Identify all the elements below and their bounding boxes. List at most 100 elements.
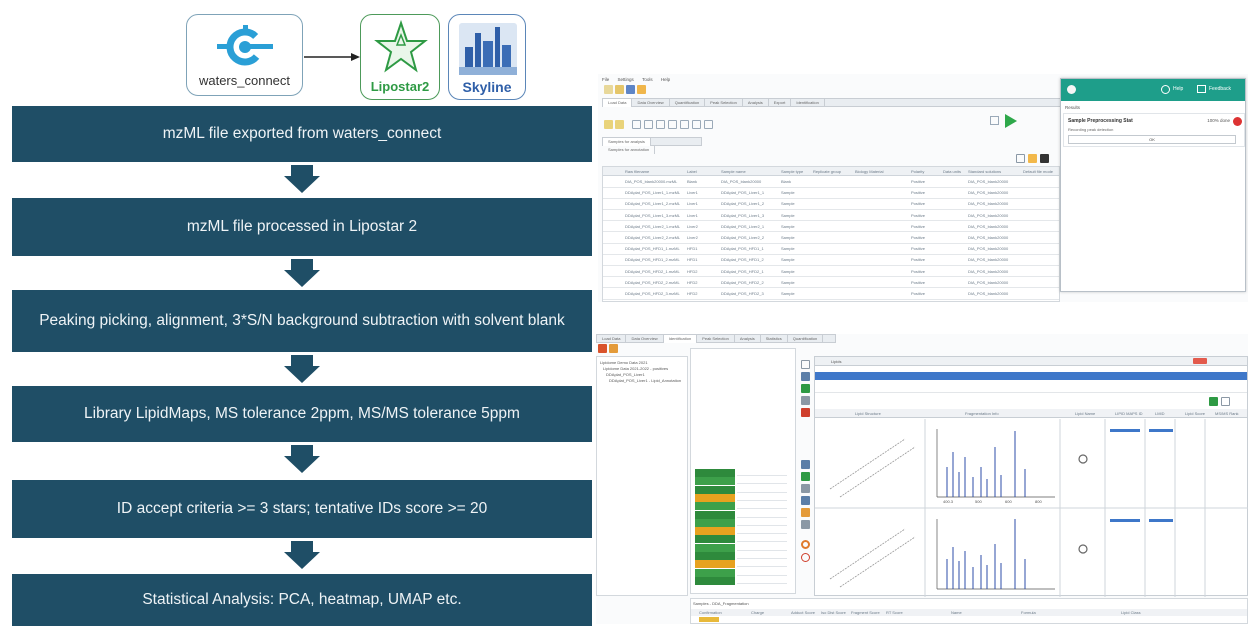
lipid-list-item[interactable]	[695, 469, 735, 477]
tab-identification[interactable]: Identification	[791, 99, 825, 107]
lipid-list-item-row[interactable]	[737, 477, 787, 485]
lightbulb-icon[interactable]	[1067, 85, 1076, 94]
plot-icon-8[interactable]	[801, 484, 810, 493]
plot-icon-9[interactable]	[801, 496, 810, 505]
lipid-list-item-row[interactable]	[737, 552, 787, 559]
chart-icon[interactable]	[1016, 154, 1025, 163]
lipid-list-item[interactable]	[695, 527, 735, 536]
lipid-list-item[interactable]	[695, 560, 735, 569]
tool-b-icon[interactable]	[644, 120, 653, 129]
lipid-list-item[interactable]	[695, 493, 735, 502]
lipid-list-item-row[interactable]	[737, 494, 787, 501]
save-icon[interactable]	[626, 85, 635, 94]
tool-g-icon[interactable]	[704, 120, 713, 129]
lipid-list-item-row[interactable]	[737, 486, 787, 493]
close-red-button[interactable]	[1193, 358, 1207, 364]
person-icon[interactable]	[609, 344, 618, 353]
btab-overview[interactable]: Data Overview	[626, 335, 664, 343]
dcol-frag[interactable]: Fragmentation Info	[965, 411, 999, 416]
plot-icon-1[interactable]	[801, 360, 810, 369]
lipid-list-item-row[interactable]	[737, 527, 787, 535]
feedback-label[interactable]: Feedback	[1209, 86, 1231, 92]
menu-tools[interactable]: Tools	[642, 77, 653, 82]
dcol-structure[interactable]: Lipid Structure	[855, 411, 881, 416]
stop-run-icon[interactable]	[598, 344, 607, 353]
lipid-list-item[interactable]	[695, 518, 735, 527]
fcol-adduct[interactable]: Adduct Score	[791, 610, 815, 615]
fcol-confirmation[interactable]: Confirmation	[699, 610, 722, 615]
lipid-list-item-row[interactable]	[737, 511, 787, 518]
lipid-list-item[interactable]	[695, 477, 735, 486]
dcol-rank[interactable]: MS/MS Rank	[1215, 411, 1239, 416]
tab-samples-annotation[interactable]: Samples for annotation	[603, 146, 656, 154]
fcol-rt[interactable]: RT Score	[886, 610, 903, 615]
filter-icon[interactable]	[1221, 397, 1230, 406]
table-row[interactable]: DIA_POS_blank20000.mzML Blank DIA_POS_blan…	[603, 177, 1059, 188]
plot-icon-5[interactable]	[801, 408, 810, 417]
tab-export[interactable]: Export	[769, 99, 792, 107]
import2-icon[interactable]	[615, 120, 624, 129]
ok-button[interactable]: OK	[1068, 135, 1236, 144]
tab-samples-analysis[interactable]: Samples for analysis	[603, 138, 651, 146]
tab-data-overview[interactable]: Data Overview	[632, 99, 670, 107]
plot-icon-11[interactable]	[801, 520, 810, 529]
plot-icon-6[interactable]	[801, 460, 810, 469]
lipid-list-item[interactable]	[695, 568, 735, 577]
lipid-list-item[interactable]	[695, 485, 735, 494]
new-file-icon[interactable]	[604, 85, 613, 94]
tab-peak-selection[interactable]: Peak Selection	[705, 99, 743, 107]
lipid-list-item-row[interactable]	[737, 502, 787, 510]
table-row[interactable]: DDAplat_POS_Liver1_2.mzML Liver1 DDAplat_P…	[603, 199, 1059, 211]
dcol-lipid-name[interactable]: Lipid Name	[1075, 411, 1095, 416]
lipid-list-item-row[interactable]	[737, 519, 787, 526]
plot-icon-10[interactable]	[801, 508, 810, 517]
molecule-icon[interactable]	[801, 553, 810, 562]
btab-load[interactable]: Load Data	[597, 335, 627, 343]
lipid-list-item-row[interactable]	[737, 535, 787, 543]
fcol-fragment[interactable]: Fragment Score	[851, 610, 880, 615]
table-row[interactable]: DDAplat_POS_Liver2_2.mzML Liver2 DDAplat_P…	[603, 233, 1059, 244]
grid-icon[interactable]	[1040, 154, 1049, 163]
open-folder-icon[interactable]	[615, 85, 624, 94]
plot-icon-3[interactable]	[801, 384, 810, 393]
lipid-list-item[interactable]	[695, 510, 735, 519]
lipid-list-item-row[interactable]	[737, 560, 787, 568]
col-default-mode[interactable]: Default file mode	[1023, 169, 1053, 174]
col-label[interactable]: Label	[687, 169, 697, 174]
warning-icon[interactable]	[1028, 154, 1037, 163]
wand-icon[interactable]	[990, 116, 999, 125]
tool-d-icon[interactable]	[668, 120, 677, 129]
fcol-name[interactable]: Name	[951, 610, 962, 615]
plot-icon-4[interactable]	[801, 396, 810, 405]
col-raw-filename[interactable]: Raw filename	[625, 169, 649, 174]
table-row[interactable]: DDAplat_POS_HFD2_3.mzML HFD2 DDAplat_POS_H…	[603, 289, 1059, 300]
fcol-charge[interactable]: Charge	[751, 610, 764, 615]
help-icon[interactable]	[1161, 85, 1170, 94]
tool-c-icon[interactable]	[656, 120, 665, 129]
tree-node-annotation[interactable]: DDAplat_POS_Liver1 - Lipid_Annotation	[609, 378, 681, 383]
lipid-list-item-row[interactable]	[737, 569, 787, 576]
btab-analysis[interactable]: Analysis	[735, 335, 761, 343]
col-polarity[interactable]: Polarity	[911, 169, 924, 174]
table-row[interactable]: DDAplat_POS_HFD1_2.mzML HFD1 DDAplat_POS_H…	[603, 255, 1059, 267]
tool-a-icon[interactable]	[632, 120, 641, 129]
btab-statistics[interactable]: Statistics	[761, 335, 788, 343]
plot-icon-7[interactable]	[801, 472, 810, 481]
lipid-list-item[interactable]	[695, 552, 735, 560]
tree-node-root[interactable]: Lipidome Demo Data 2021	[600, 360, 648, 365]
tab-analysis[interactable]: Analysis	[743, 99, 769, 107]
feedback-icon[interactable]	[1197, 85, 1206, 93]
settings-icon[interactable]	[637, 85, 646, 94]
tool-f-icon[interactable]	[692, 120, 701, 129]
tree-node-dataset[interactable]: Lipidome Data 2021-2022 - positives	[603, 366, 668, 371]
btab-peak[interactable]: Peak Selection	[697, 335, 735, 343]
table-row[interactable]: DDAplat_POS_Liver1_1.mzML Liver1 DDAplat_P…	[603, 188, 1059, 199]
tool-e-icon[interactable]	[680, 120, 689, 129]
lipid-list-item-row[interactable]	[737, 544, 787, 551]
col-replicate[interactable]: Replicate group	[813, 169, 841, 174]
table-row[interactable]: DDAplat_POS_Liver2_1.mzML Liver2 DDAplat_P…	[603, 222, 1059, 233]
lipid-list-item[interactable]	[695, 535, 735, 544]
table-row[interactable]: DDAplat_POS_HFD1_1.mzML HFD1 DDAplat_POS_H…	[603, 244, 1059, 255]
btab-quant[interactable]: Quantification	[788, 335, 824, 343]
tree-node-sample[interactable]: DDAplat_POS_Liver1	[606, 372, 645, 377]
